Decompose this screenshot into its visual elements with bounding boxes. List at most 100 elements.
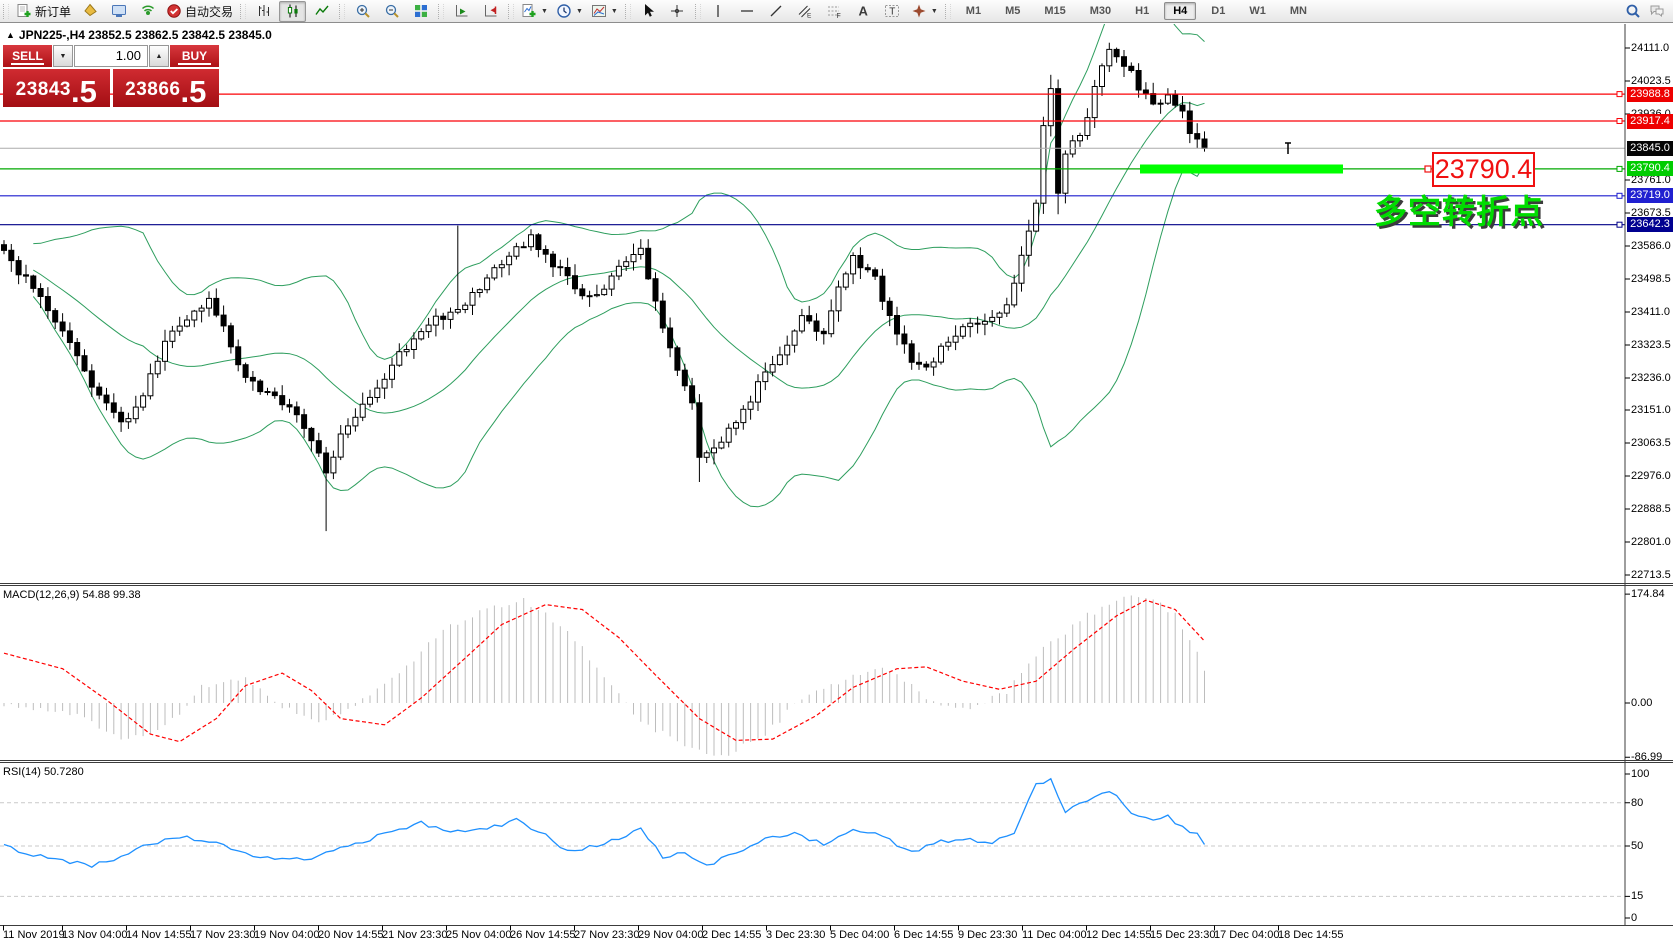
timeframe-button-w1[interactable]: W1 (1240, 2, 1275, 20)
chevron-down-icon[interactable]: ▼ (931, 8, 938, 15)
candle (646, 248, 651, 278)
svg-text:E: E (807, 13, 812, 20)
text-label-button[interactable]: T (879, 1, 906, 22)
tile-windows-icon (413, 3, 429, 19)
auto-scroll-button[interactable] (448, 1, 475, 22)
candle (309, 428, 314, 440)
candle (653, 279, 658, 301)
candle (1070, 141, 1075, 154)
chart-canvas[interactable] (0, 0, 1673, 946)
candle (1100, 66, 1105, 87)
fibonacci-icon: F (826, 3, 842, 19)
candle (353, 417, 358, 426)
toolbar-grip (240, 4, 246, 19)
template-button[interactable]: ▼ (588, 1, 621, 22)
chart-shift-button[interactable] (477, 1, 504, 22)
terminal-button[interactable] (105, 1, 132, 22)
chat-icon[interactable] (1649, 3, 1665, 19)
volume-increase-button[interactable]: ▲ (149, 45, 169, 67)
candle (324, 453, 329, 473)
periods-button[interactable]: ▼ (553, 1, 586, 22)
candle (448, 312, 453, 319)
timeframe-button-d1[interactable]: D1 (1202, 2, 1234, 20)
trendline-button[interactable] (763, 1, 790, 22)
sell-button[interactable]: SELL (3, 45, 52, 67)
horizontal-line-button[interactable] (734, 1, 761, 22)
candle (419, 332, 424, 339)
candle (163, 341, 168, 361)
new-order-button[interactable]: 新订单 (13, 1, 74, 22)
volume-input[interactable]: 1.00 (74, 45, 148, 67)
level-anchor-square (1617, 193, 1622, 198)
candle (148, 374, 153, 396)
candle (1034, 203, 1039, 231)
zoom-in-button[interactable] (349, 1, 376, 22)
candle (97, 387, 102, 395)
candle (45, 297, 50, 311)
timeframe-button-m30[interactable]: M30 (1081, 2, 1120, 20)
timeframe-button-m1[interactable]: M1 (957, 2, 990, 20)
timeframe-button-h1[interactable]: H1 (1126, 2, 1158, 20)
macd-signal-line (4, 600, 1205, 741)
candle (821, 331, 826, 333)
pivot-annotation-text[interactable]: 多空转折点 (1374, 185, 1544, 233)
candle (697, 403, 702, 458)
buy-price-button[interactable]: 23866.5 (113, 69, 220, 107)
timeframe-button-m5[interactable]: M5 (996, 2, 1029, 20)
candle (126, 419, 131, 422)
chevron-down-icon[interactable]: ▼ (576, 8, 583, 15)
signal-button[interactable] (134, 1, 161, 22)
vertical-line-button[interactable] (705, 1, 732, 22)
auto-scroll-icon (454, 3, 470, 19)
candle (31, 276, 36, 288)
signal-icon (140, 3, 156, 19)
candle (946, 342, 951, 346)
arrows-button[interactable]: ▼ (908, 1, 941, 22)
candle (536, 235, 541, 250)
bar-chart-button[interactable] (250, 1, 277, 22)
candle (1143, 90, 1148, 94)
level-anchor-square (1617, 166, 1622, 171)
candle (316, 441, 321, 453)
candle (895, 316, 900, 335)
indicators-button[interactable]: ▼ (518, 1, 551, 22)
sell-price-button[interactable]: 23843.5 (3, 69, 110, 107)
candle (741, 409, 746, 422)
buy-button[interactable]: BUY (170, 45, 219, 67)
channel-icon: E (797, 3, 813, 19)
collapse-panel-icon[interactable]: ▲ (6, 30, 15, 40)
candle (1063, 154, 1068, 193)
candle (426, 325, 431, 332)
candle (690, 386, 695, 403)
candle (141, 396, 146, 407)
chart-shift-icon (483, 3, 499, 19)
crosshair-button[interactable] (664, 1, 691, 22)
candle (543, 250, 548, 255)
text-button[interactable]: A (850, 1, 877, 22)
candlestick-button[interactable] (279, 1, 306, 22)
price-callout-label[interactable]: 23790.4 (1432, 152, 1535, 187)
chevron-down-icon[interactable]: ▼ (541, 8, 548, 15)
timeframe-button-h4[interactable]: H4 (1164, 2, 1196, 20)
arrows-icon (911, 3, 927, 19)
support-highlight-bar[interactable] (1140, 165, 1343, 174)
chevron-down-icon[interactable]: ▼ (611, 8, 618, 15)
candle (411, 339, 416, 350)
candle (573, 276, 578, 289)
line-chart-button[interactable] (308, 1, 335, 22)
candle (1012, 283, 1017, 305)
search-icon[interactable] (1625, 3, 1641, 19)
candle (1122, 57, 1127, 67)
buy-price-main: 23866 (125, 79, 180, 101)
autotrade-button[interactable]: 自动交易 (163, 1, 236, 22)
tile-windows-button[interactable] (407, 1, 434, 22)
channel-button[interactable]: E (792, 1, 819, 22)
timeframe-button-mn[interactable]: MN (1281, 2, 1316, 20)
volume-decrease-button[interactable]: ▼ (53, 45, 73, 67)
timeframe-button-m15[interactable]: M15 (1035, 2, 1074, 20)
zoom-out-button[interactable] (378, 1, 405, 22)
marketwatch-button[interactable] (76, 1, 103, 22)
cursor-button[interactable] (635, 1, 662, 22)
fibonacci-button[interactable]: F (821, 1, 848, 22)
candle (631, 255, 636, 262)
